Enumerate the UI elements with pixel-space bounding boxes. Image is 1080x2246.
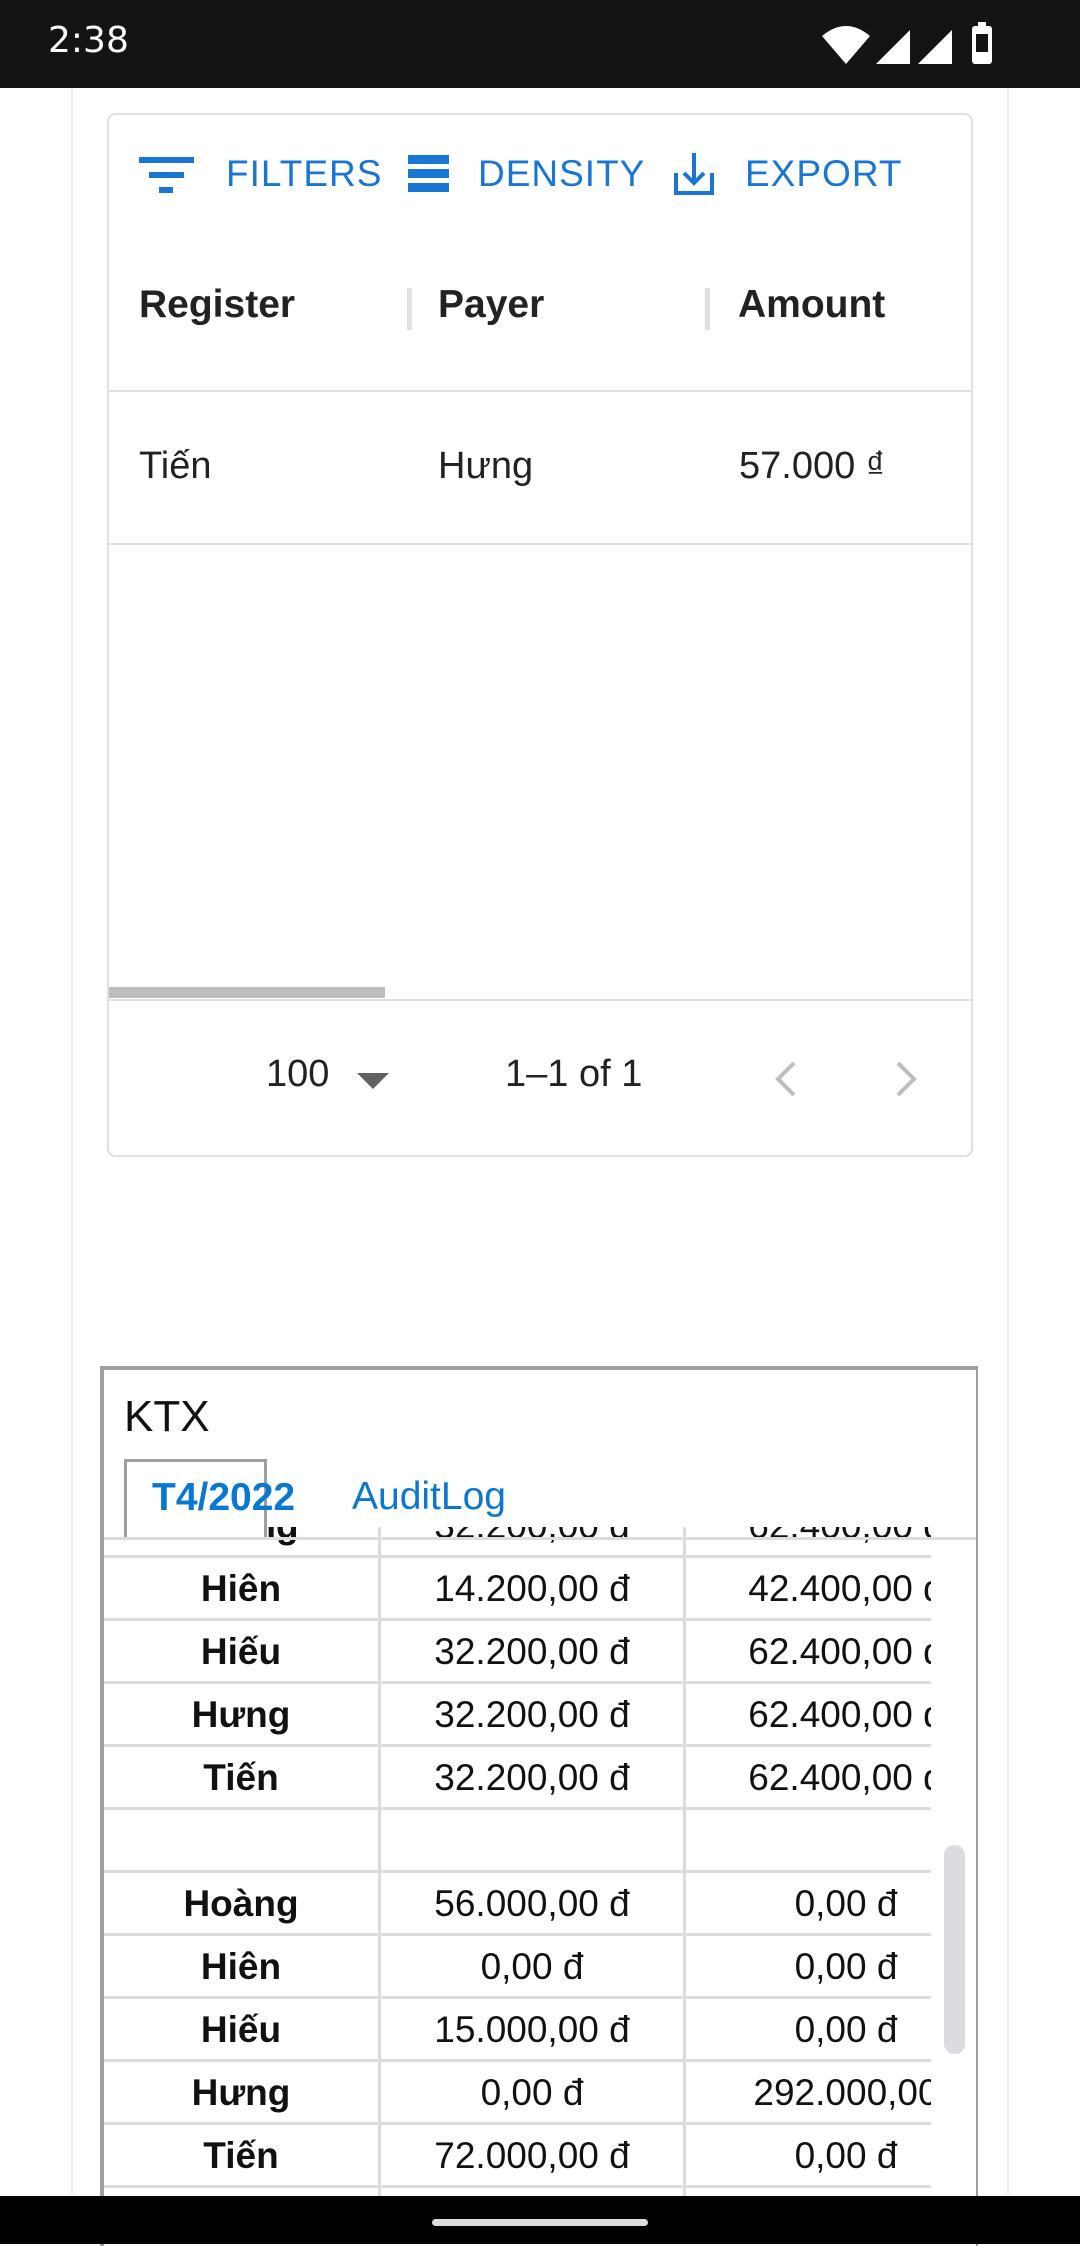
cell-amount-1: 32.200,00 đ xyxy=(434,1757,630,1798)
cell-amount-2: 0,00 đ xyxy=(794,2135,898,2176)
wifi-icon xyxy=(822,26,870,64)
navigation-bar xyxy=(0,2196,1080,2244)
pagination-range: 1–1 of 1 xyxy=(505,1053,643,1095)
table-row: Hiên 0,00 đ 0,00 đ xyxy=(104,1936,931,1999)
cellular-icon xyxy=(918,30,952,64)
cell-amount-1: 56.000,00 đ xyxy=(434,1883,630,1924)
page-border xyxy=(1007,88,1009,2196)
column-separator[interactable] xyxy=(407,288,412,330)
divider xyxy=(109,543,971,545)
cell-name: Tiến xyxy=(203,1757,279,1798)
cell-amount-2: 42.400,00 đ xyxy=(748,1568,931,1609)
clock: 2:38 xyxy=(48,20,129,61)
status-bar: 2:38 xyxy=(0,0,1080,88)
export-icon[interactable] xyxy=(672,151,716,197)
filter-icon[interactable] xyxy=(139,155,195,195)
cell-amount-1: 72.000,00 đ xyxy=(434,2135,630,2176)
cell-name: Hiên xyxy=(200,1568,282,1609)
cell-amount-2: 62.400,00 đ xyxy=(748,1631,931,1672)
previous-page-icon[interactable] xyxy=(774,1061,798,1097)
divider xyxy=(109,999,971,1001)
panel-title: KTX xyxy=(124,1392,210,1441)
cell-amount-1: 32.200,00 đ xyxy=(434,1631,630,1672)
cell-amount-1: 15.000,00 đ xyxy=(434,2009,630,2050)
table-row: Tiến 32.200,00 đ 62.400,00 đ xyxy=(104,1747,931,1810)
table-row xyxy=(104,1810,931,1873)
home-handle[interactable] xyxy=(432,2219,648,2226)
table-row: Hiên 14.200,00 đ 42.400,00 đ xyxy=(104,1558,931,1621)
cell-name: Hiên xyxy=(200,1946,282,1987)
cell-amount: 57.000 ₫ xyxy=(739,445,886,487)
cell-name: Hưng xyxy=(191,1694,291,1735)
status-icons xyxy=(822,22,992,64)
export-button[interactable]: EXPORT xyxy=(745,153,902,195)
ktx-panel: KTX T4/2022 AuditLog Hoàng 32.200,00 đ 62.… xyxy=(100,1366,978,2246)
cell-amount-2: 0,00 đ xyxy=(794,2009,898,2050)
table-row: Hiếu 32.200,00 đ 62.400,00 đ xyxy=(104,1621,931,1684)
table-row: Tiến 72.000,00 đ 0,00 đ xyxy=(104,2125,931,2188)
cell-name: Hiếu xyxy=(200,1631,282,1672)
cell-amount-2: 292.000,00 xyxy=(753,2072,931,2113)
table-row: Hưng 0,00 đ 292.000,00 xyxy=(104,2062,931,2125)
column-separator[interactable] xyxy=(705,288,710,330)
table-row: Hiếu 15.000,00 đ 0,00 đ xyxy=(104,1999,931,2062)
cell-amount-1: 32.200,00 đ xyxy=(434,1694,630,1735)
cell-amount-1: 14.200,00 đ xyxy=(434,1568,630,1609)
cell-amount-2: 62.400,00 đ xyxy=(748,1694,931,1735)
cellular-icon xyxy=(876,30,910,64)
cell-amount-2: 0,00 đ xyxy=(794,1883,898,1924)
chevron-down-icon[interactable] xyxy=(357,1073,389,1089)
table-row: Hưng 32.200,00 đ 62.400,00 đ xyxy=(104,1684,931,1747)
cell-amount-2: 62.400,00 đ xyxy=(748,1757,931,1798)
tab-auditlog[interactable]: AuditLog xyxy=(352,1475,506,1519)
column-header-amount[interactable]: Amount xyxy=(738,283,885,327)
page-border xyxy=(71,88,73,2196)
density-button[interactable]: DENSITY xyxy=(478,153,645,195)
data-grid: FILTERS DENSITY EXPORT Register Payer Am… xyxy=(107,113,973,1157)
column-header-payer[interactable]: Payer xyxy=(438,283,544,327)
cell-amount-1: 0,00 đ xyxy=(480,1946,584,1987)
vertical-scrollbar[interactable] xyxy=(944,1845,965,2054)
cell-name: Hưng xyxy=(191,2072,291,2113)
cell-amount-1: 0,00 đ xyxy=(480,2072,584,2113)
rows-per-page-select[interactable]: 100 xyxy=(266,1053,329,1096)
cell-name: Hoàng xyxy=(183,1883,299,1924)
tab-label: T4/2022 xyxy=(152,1476,296,1519)
cell-name: Tiến xyxy=(203,2135,279,2176)
battery-icon xyxy=(972,22,992,64)
column-header-register[interactable]: Register xyxy=(139,283,295,327)
density-icon[interactable] xyxy=(408,155,450,193)
next-page-icon[interactable] xyxy=(894,1061,918,1097)
filters-button[interactable]: FILTERS xyxy=(226,153,382,195)
table-row: Hoàng 56.000,00 đ 0,00 đ xyxy=(104,1873,931,1936)
summary-table: Hoàng 32.200,00 đ 62.400,00 đ Hiên 14.200,00… xyxy=(104,1527,931,2246)
table-row[interactable]: Tiến Hưng 57.000 ₫ xyxy=(109,392,971,545)
horizontal-scrollbar[interactable] xyxy=(109,987,385,998)
cell-name: Hiếu xyxy=(200,2009,282,2050)
cell-register: Tiến xyxy=(139,445,212,487)
tab-divider xyxy=(104,1537,976,1540)
cell-amount-2: 0,00 đ xyxy=(794,1946,898,1987)
tab-t4-2022[interactable]: T4/2022 xyxy=(124,1459,295,1539)
cell-payer: Hưng xyxy=(438,445,534,487)
